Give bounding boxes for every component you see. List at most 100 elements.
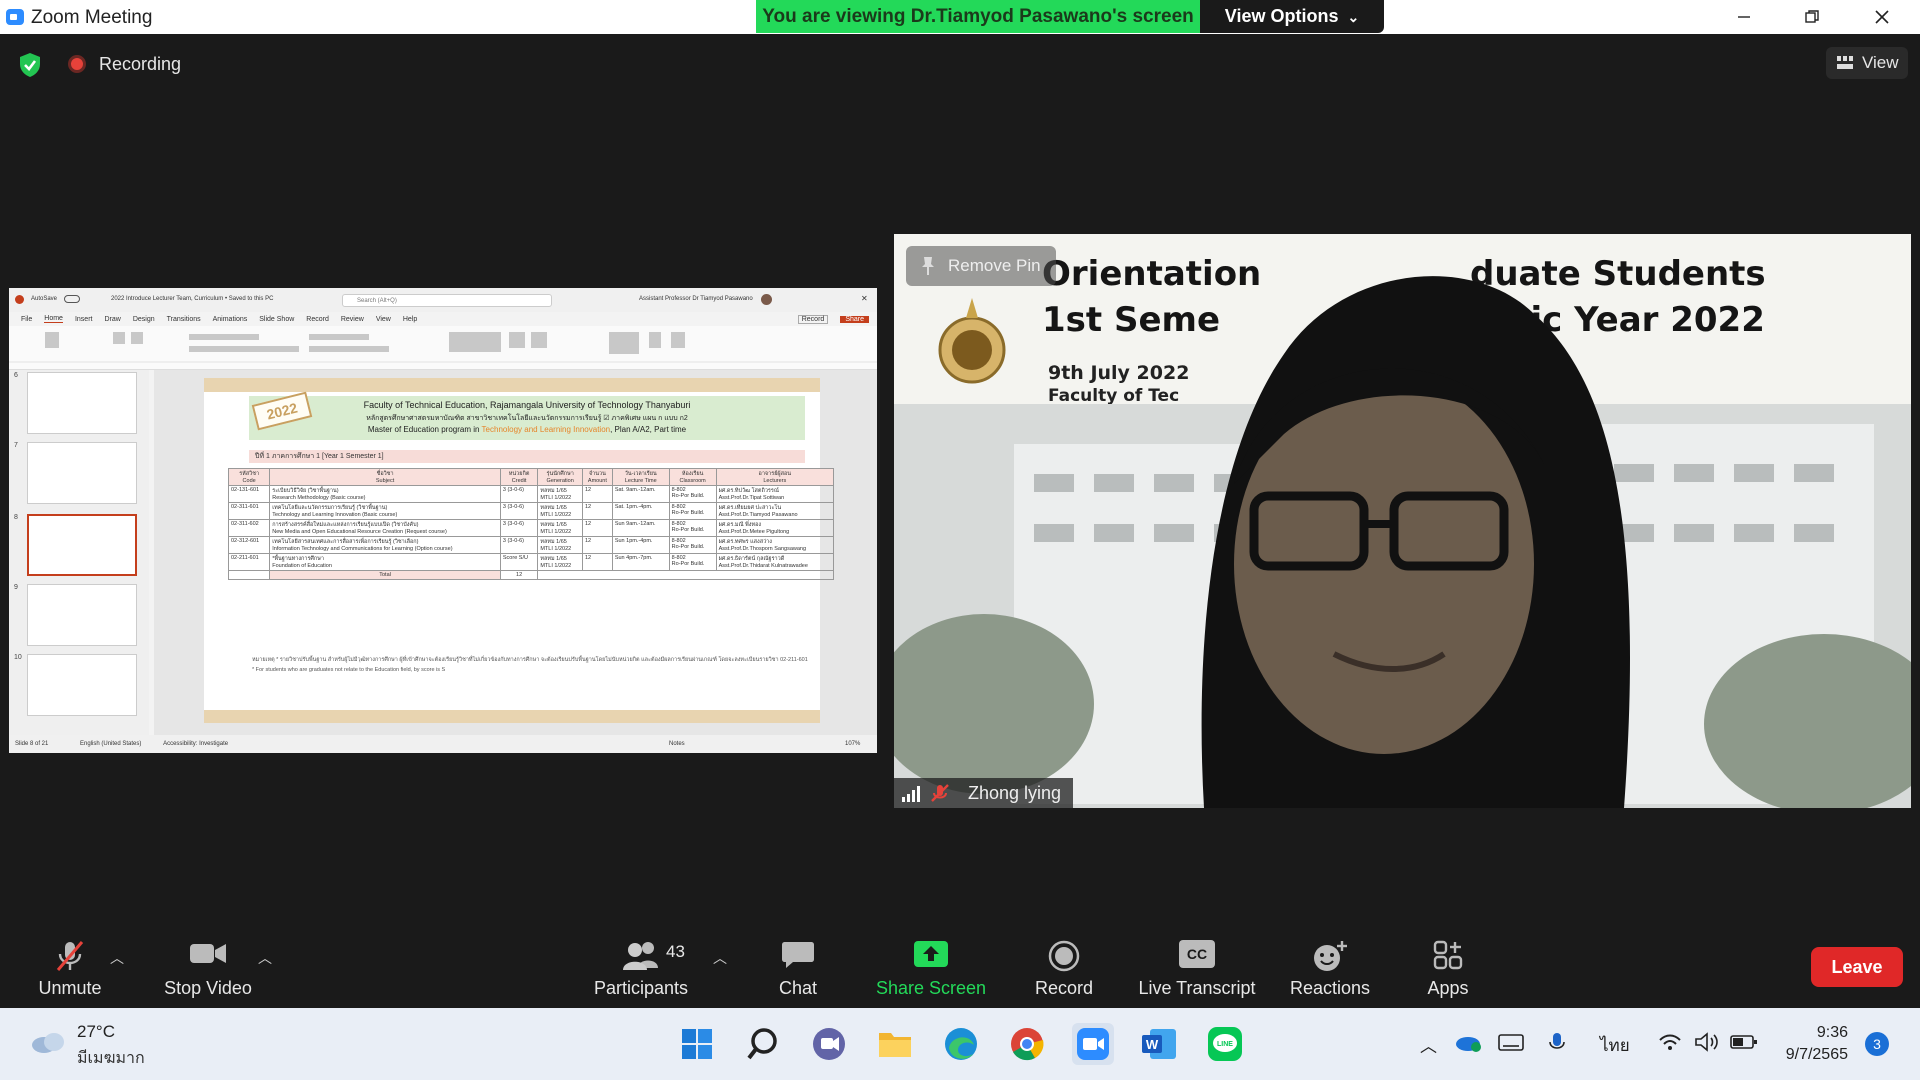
slide-thumbnail[interactable] xyxy=(27,654,137,716)
ppt-menu-design[interactable]: Design xyxy=(133,316,155,323)
wifi-icon[interactable] xyxy=(1658,1032,1682,1052)
keyboard-icon[interactable] xyxy=(1498,1032,1524,1052)
cell-time: Sun 1pm.-4pm. xyxy=(614,538,653,544)
teams-chat-icon[interactable] xyxy=(808,1023,850,1065)
autosave-label[interactable]: AutoSave xyxy=(31,296,57,302)
cell-room2: Ro-Por Build. xyxy=(671,561,705,567)
edge-browser-icon[interactable] xyxy=(940,1023,982,1065)
share-screen-icon xyxy=(914,941,948,967)
remove-pin-button[interactable]: Remove Pin xyxy=(906,246,1056,286)
cell-code: 02-211-601 xyxy=(231,555,259,561)
table-cell: ทลทม 1/65 MTLI 1/2022 xyxy=(537,519,583,537)
unmute-button[interactable]: Unmute xyxy=(24,930,116,1008)
participant-video-tile[interactable]: Orientation duate Students 1st Seme emic… xyxy=(894,234,1911,808)
table-cell: ทลทม 1/65 MTLI 1/2022 xyxy=(537,553,583,571)
weather-condition[interactable]: มีเมฆมาก xyxy=(77,1046,145,1071)
ppt-close-icon[interactable]: ✕ xyxy=(861,294,868,303)
chat-button[interactable]: Chat xyxy=(758,930,838,1008)
close-button[interactable] xyxy=(1850,0,1914,34)
cloud-weather-icon[interactable] xyxy=(30,1030,66,1054)
ppt-menu-slideshow[interactable]: Slide Show xyxy=(259,316,294,323)
onedrive-icon[interactable] xyxy=(1454,1032,1482,1052)
table-cell: 12 xyxy=(582,536,613,554)
notification-badge[interactable]: 3 xyxy=(1865,1032,1889,1056)
slide-line-program-en: Master of Education program in Technolog… xyxy=(249,425,805,434)
autosave-toggle[interactable] xyxy=(64,295,80,303)
reactions-button[interactable]: Reactions xyxy=(1284,930,1376,1008)
windows-start-icon[interactable] xyxy=(676,1023,718,1065)
search-icon[interactable] xyxy=(742,1023,784,1065)
word-icon[interactable]: W xyxy=(1138,1023,1180,1065)
slide-thumbnail-selected[interactable] xyxy=(27,514,137,576)
ppt-search-box[interactable]: Search (Alt+Q) xyxy=(342,294,552,307)
input-language[interactable]: ไทย xyxy=(1600,1032,1630,1059)
ppt-title-bar: AutoSave 2022 Introduce Lecturer Team, C… xyxy=(9,288,877,312)
ppt-menu-view[interactable]: View xyxy=(376,316,391,323)
minimize-button[interactable] xyxy=(1712,0,1776,34)
audio-options-caret-icon[interactable]: ︿ xyxy=(110,948,124,968)
status-zoom-level[interactable]: 107% xyxy=(845,735,860,753)
video-options-caret-icon[interactable]: ︿ xyxy=(258,948,272,968)
shared-screen[interactable]: AutoSave 2022 Introduce Lecturer Team, C… xyxy=(9,288,877,753)
thumb-number: 7 xyxy=(14,442,18,449)
stop-video-button[interactable]: Stop Video xyxy=(158,930,258,1008)
slide-editing-area[interactable]: Faculty of Technical Education, Rajamang… xyxy=(154,370,877,735)
ppt-menu-transitions[interactable]: Transitions xyxy=(167,316,201,323)
slide-thumbnail[interactable] xyxy=(27,442,137,504)
ppt-menu-animations[interactable]: Animations xyxy=(213,316,248,323)
battery-icon[interactable] xyxy=(1730,1032,1758,1052)
cell-amount: 12 xyxy=(585,487,592,493)
table-header-row: รหัสวิชา Code ชื่อวิชา Subject หน่วยกิต Credi… xyxy=(227,468,835,486)
recording-label[interactable]: Recording xyxy=(99,54,181,75)
status-accessibility[interactable]: Accessibility: Investigate xyxy=(163,741,228,747)
show-hidden-icons-icon[interactable]: ︿ xyxy=(1420,1032,1437,1057)
apps-button[interactable]: Apps xyxy=(1408,930,1488,1008)
microphone-icon[interactable] xyxy=(1548,1032,1566,1054)
chrome-browser-icon[interactable] xyxy=(1006,1023,1048,1065)
ppt-menu-file[interactable]: File xyxy=(21,316,32,323)
share-screen-button[interactable]: Share Screen xyxy=(872,930,990,1008)
restore-button[interactable] xyxy=(1780,0,1844,34)
header-thai: วัน-เวลาเรียน xyxy=(624,471,657,477)
table-cell: 02-312-601 xyxy=(227,536,271,554)
table-cell: ทลทม 1/65 MTLI 1/2022 xyxy=(537,536,583,554)
record-button[interactable]: Record xyxy=(1024,930,1104,1008)
viewing-screen-banner: You are viewing Dr.Tiamyod Pasawano's sc… xyxy=(756,0,1200,33)
cell-subject-th: เทคโนโลยีและนวัตกรรมการเรียนรู้ (วิชาพื้… xyxy=(272,505,388,511)
table-cell: ผศ.ดร.ทศพร แสงสว่าง Asst.Prof.Dr.Thosporn… xyxy=(715,536,835,554)
slide-thumbnail[interactable] xyxy=(27,372,137,434)
view-button[interactable]: View xyxy=(1826,47,1908,79)
ppt-menu-home[interactable]: Home xyxy=(44,315,63,323)
slide: Faculty of Technical Education, Rajamang… xyxy=(204,378,835,723)
ppt-menu-insert[interactable]: Insert xyxy=(75,316,93,323)
slide-thumbnail[interactable] xyxy=(27,584,137,646)
table-body: 02-131-601 ระเบียบวิธีวิจัย (วิชาพื้นฐาน)… xyxy=(227,485,835,580)
ppt-avatar[interactable] xyxy=(761,294,772,305)
speaker-icon[interactable] xyxy=(1694,1032,1720,1052)
ppt-menu-record[interactable]: Record xyxy=(306,316,329,323)
zoom-taskbar-icon[interactable] xyxy=(1072,1023,1114,1065)
participants-caret-icon[interactable]: ︿ xyxy=(713,948,727,968)
ppt-menu-draw[interactable]: Draw xyxy=(104,316,120,323)
table-header-cell: วัน-เวลาเรียน Lecture Time xyxy=(611,468,670,486)
line-app-icon[interactable]: LINE xyxy=(1204,1023,1246,1065)
file-explorer-icon[interactable] xyxy=(874,1023,916,1065)
leave-button[interactable]: Leave xyxy=(1811,947,1903,987)
ppt-record-button[interactable]: Record xyxy=(797,314,829,324)
participants-button[interactable]: 43 Participants xyxy=(586,930,696,1008)
table-cell: 12 xyxy=(582,502,613,520)
ppt-share-button[interactable]: Share xyxy=(840,315,869,323)
ppt-menu-review[interactable]: Review xyxy=(341,316,364,323)
taskbar-clock[interactable]: 9:36 9/7/2565 xyxy=(1768,1022,1848,1066)
view-options-button[interactable]: View Options ⌄ xyxy=(1200,0,1384,33)
cell-credit: 3 (3-0-6) xyxy=(502,487,524,493)
apps-icon xyxy=(1433,940,1463,970)
ppt-app-icon xyxy=(15,295,24,304)
weather-temperature[interactable]: 27°C xyxy=(77,1022,115,1042)
table-header-cell: จำนวน Amount xyxy=(582,468,613,486)
shield-icon[interactable] xyxy=(18,52,42,78)
live-transcript-button[interactable]: CC Live Transcript xyxy=(1130,930,1264,1008)
cell-lect-en: Asst.Prof.Dr.Metee Pigultong xyxy=(718,529,790,535)
status-notes-button[interactable]: Notes xyxy=(669,735,685,753)
ppt-menu-help[interactable]: Help xyxy=(403,316,417,323)
